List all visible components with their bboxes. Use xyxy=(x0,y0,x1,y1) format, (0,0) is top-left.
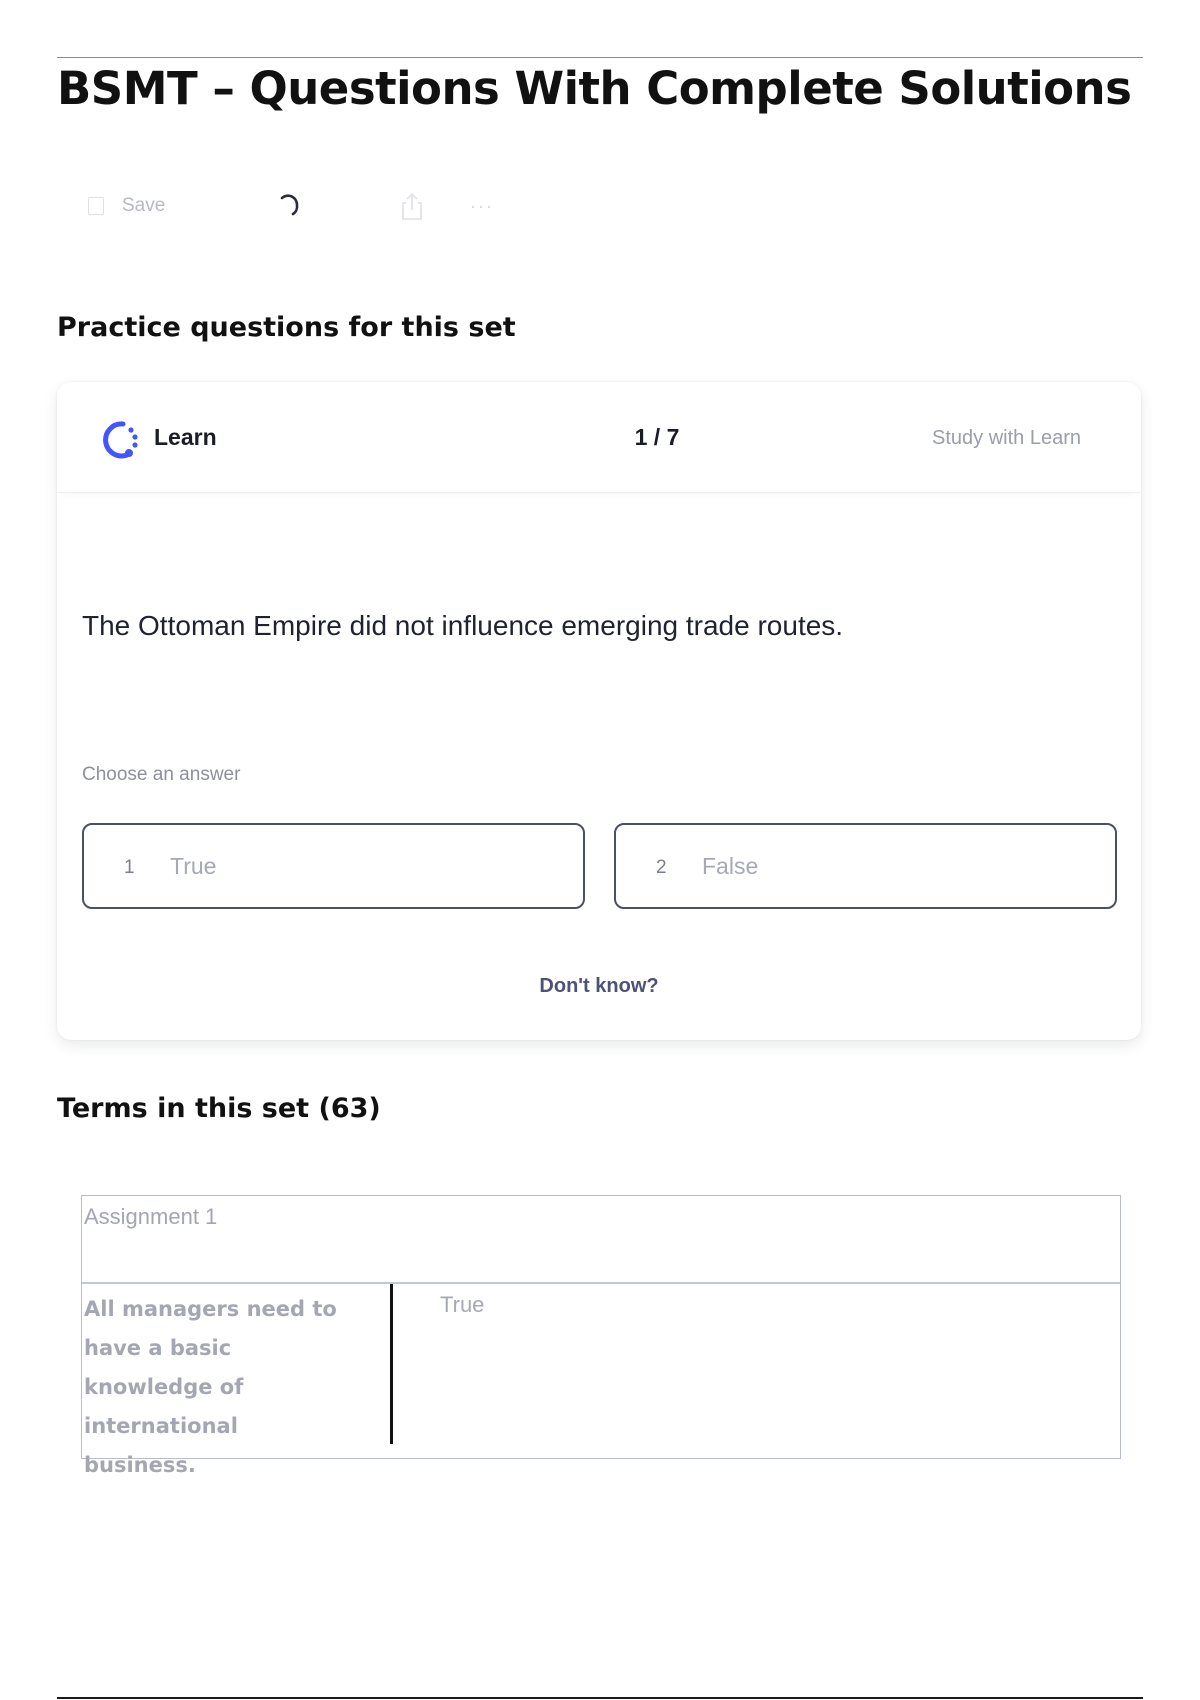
more-icon[interactable]: ··· xyxy=(470,188,494,224)
save-label: Save xyxy=(122,195,166,216)
answer-number: 1 xyxy=(124,857,135,878)
question-progress: 1 / 7 xyxy=(634,424,680,450)
loading-spinner-icon xyxy=(276,188,302,224)
top-divider xyxy=(57,57,1143,58)
practice-card: Learn 1 / 7 Study with Learn The Ottoman… xyxy=(57,382,1141,1040)
question-text: The Ottoman Empire did not influence eme… xyxy=(82,610,844,641)
page-title: BSMT – Questions With Complete Solutions xyxy=(57,62,1132,115)
answer-option-false[interactable]: 2 False xyxy=(614,823,1117,909)
term-text: All managers need to have a basic knowle… xyxy=(84,1297,337,1477)
set-toolbar: Save ··· xyxy=(88,188,528,224)
terms-table: Assignment 1 All managers need to have a… xyxy=(81,1195,1121,1477)
answer-label: True xyxy=(170,853,217,879)
save-button[interactable]: Save xyxy=(88,188,165,224)
bottom-divider xyxy=(57,1697,1143,1699)
choose-answer-label: Choose an answer xyxy=(82,764,241,785)
answer-number: 2 xyxy=(656,857,667,878)
learn-label: Learn xyxy=(154,424,217,450)
bookmark-icon xyxy=(88,197,104,215)
study-with-learn-link[interactable]: Study with Learn xyxy=(932,427,1081,450)
terms-group-title: Assignment 1 xyxy=(84,1204,218,1229)
answer-option-true[interactable]: 1 True xyxy=(82,823,585,909)
share-icon[interactable] xyxy=(398,188,426,224)
practice-card-header: Learn 1 / 7 Study with Learn xyxy=(57,382,1141,493)
terms-heading: Terms in this set (63) xyxy=(57,1093,381,1124)
practice-heading: Practice questions for this set xyxy=(57,312,516,343)
term-row: All managers need to have a basic knowle… xyxy=(82,1284,1120,1477)
dont-know-button[interactable]: Don't know? xyxy=(497,975,701,998)
learn-icon xyxy=(103,421,138,459)
term-definition: True xyxy=(440,1292,485,1317)
term-divider xyxy=(390,1284,393,1444)
terms-group-header: Assignment 1 xyxy=(82,1196,1120,1284)
answer-label: False xyxy=(702,853,759,879)
